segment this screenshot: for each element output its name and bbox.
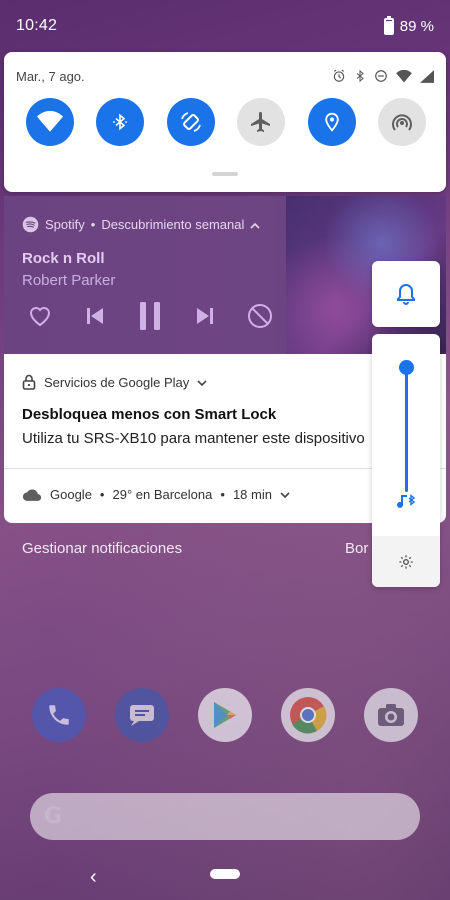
phone-icon bbox=[49, 705, 70, 725]
location-icon bbox=[324, 112, 339, 132]
quick-settings-panel: Mar., 7 ago. bbox=[4, 52, 446, 192]
block-button[interactable] bbox=[242, 300, 278, 332]
like-button[interactable] bbox=[22, 300, 58, 332]
bluetooth-tile[interactable] bbox=[96, 98, 145, 146]
spotify-subtext: Descubrimiento semanal bbox=[101, 217, 245, 232]
message-icon bbox=[130, 705, 155, 726]
navigation-bar: ‹ bbox=[0, 860, 450, 900]
volume-slider-track[interactable] bbox=[405, 364, 408, 492]
google-search-bar[interactable]: G bbox=[30, 793, 420, 840]
notification-title: Desbloquea menos con Smart Lock bbox=[22, 406, 277, 423]
quick-settings-tiles bbox=[4, 88, 446, 146]
cell-signal-icon bbox=[420, 69, 434, 83]
chevron-down-icon[interactable] bbox=[197, 375, 207, 390]
weather-time: 18 min bbox=[232, 487, 272, 502]
chevron-up-icon[interactable] bbox=[250, 217, 260, 232]
status-right: 89 % bbox=[383, 15, 434, 35]
google-play-app-name: Servicios de Google Play bbox=[44, 374, 190, 390]
bluetooth-audio-icon bbox=[394, 489, 418, 518]
bluetooth-icon bbox=[354, 69, 366, 83]
do-not-disturb-icon bbox=[374, 69, 388, 83]
messages-app[interactable] bbox=[115, 688, 170, 742]
pause-button[interactable] bbox=[132, 300, 168, 332]
skip-previous-icon bbox=[87, 308, 103, 324]
spotify-header: Spotify • Descubrimiento semanal bbox=[22, 216, 260, 233]
track-artist: Robert Parker bbox=[22, 272, 116, 289]
chrome-icon bbox=[289, 697, 327, 734]
volume-panel bbox=[372, 334, 440, 587]
next-button[interactable] bbox=[187, 300, 223, 332]
cloud-icon bbox=[22, 488, 42, 501]
hotspot-icon bbox=[392, 114, 412, 131]
weather-app-name: Google bbox=[50, 487, 92, 502]
lock-icon bbox=[22, 374, 36, 390]
auto-rotate-tile[interactable] bbox=[166, 98, 215, 146]
bell-icon bbox=[397, 283, 415, 305]
notification-body: Utiliza tu SRS-XB10 para mantener este d… bbox=[22, 430, 365, 447]
weather-row: Google • 29° en Barcelona • 18 min bbox=[22, 487, 290, 502]
home-button[interactable] bbox=[210, 869, 240, 879]
clear-all-button[interactable]: Bor bbox=[345, 540, 368, 557]
auto-rotate-icon bbox=[180, 112, 201, 132]
airplane-mode-tile[interactable] bbox=[237, 98, 286, 146]
phone-app[interactable] bbox=[32, 688, 87, 742]
media-controls bbox=[22, 300, 297, 332]
separator-dot: • bbox=[99, 487, 105, 502]
skip-next-icon bbox=[197, 308, 213, 324]
bluetooth-icon bbox=[113, 113, 128, 131]
camera-icon bbox=[377, 704, 404, 726]
weather-summary: 29° en Barcelona bbox=[112, 487, 213, 502]
status-icons bbox=[332, 69, 434, 83]
block-icon bbox=[248, 304, 272, 328]
chevron-down-icon[interactable] bbox=[280, 487, 290, 502]
status-bar: 10:42 89 % bbox=[0, 0, 450, 52]
google-g-icon: G bbox=[44, 804, 63, 829]
camera-app[interactable] bbox=[363, 688, 418, 742]
quick-settings-drag-handle[interactable] bbox=[212, 172, 238, 176]
heart-icon bbox=[29, 307, 51, 327]
battery-percentage: 89 % bbox=[399, 17, 434, 35]
date-label[interactable]: Mar., 7 ago. bbox=[16, 69, 85, 84]
back-icon[interactable]: ‹ bbox=[90, 866, 97, 889]
alarm-icon bbox=[332, 69, 346, 83]
chrome-app[interactable] bbox=[280, 688, 335, 742]
volume-slider-thumb[interactable] bbox=[399, 360, 414, 375]
app-dock bbox=[0, 688, 450, 742]
separator-dot: • bbox=[90, 217, 96, 232]
battery-icon bbox=[383, 15, 394, 35]
pause-icon bbox=[140, 302, 160, 330]
status-time: 10:42 bbox=[16, 17, 58, 34]
separator-dot: • bbox=[220, 487, 225, 502]
quick-settings-header: Mar., 7 ago. bbox=[4, 52, 446, 88]
hotspot-tile[interactable] bbox=[377, 98, 426, 146]
play-store-app[interactable] bbox=[197, 688, 252, 742]
play-store-icon bbox=[213, 702, 236, 728]
location-tile[interactable] bbox=[307, 98, 356, 146]
track-title: Rock n Roll bbox=[22, 250, 105, 267]
spotify-app-name: Spotify bbox=[45, 217, 85, 232]
wifi-signal-icon bbox=[396, 69, 412, 83]
wifi-icon bbox=[37, 111, 63, 132]
previous-button[interactable] bbox=[77, 300, 113, 332]
manage-notifications-button[interactable]: Gestionar notificaciones bbox=[22, 540, 182, 557]
volume-settings-button[interactable] bbox=[372, 536, 440, 587]
airplane-icon bbox=[251, 112, 271, 132]
google-play-header: Servicios de Google Play bbox=[22, 374, 207, 390]
wifi-tile[interactable] bbox=[26, 98, 74, 146]
spotify-logo-icon bbox=[22, 216, 39, 233]
gear-icon bbox=[399, 554, 413, 569]
ringer-mode-button[interactable] bbox=[372, 261, 440, 327]
